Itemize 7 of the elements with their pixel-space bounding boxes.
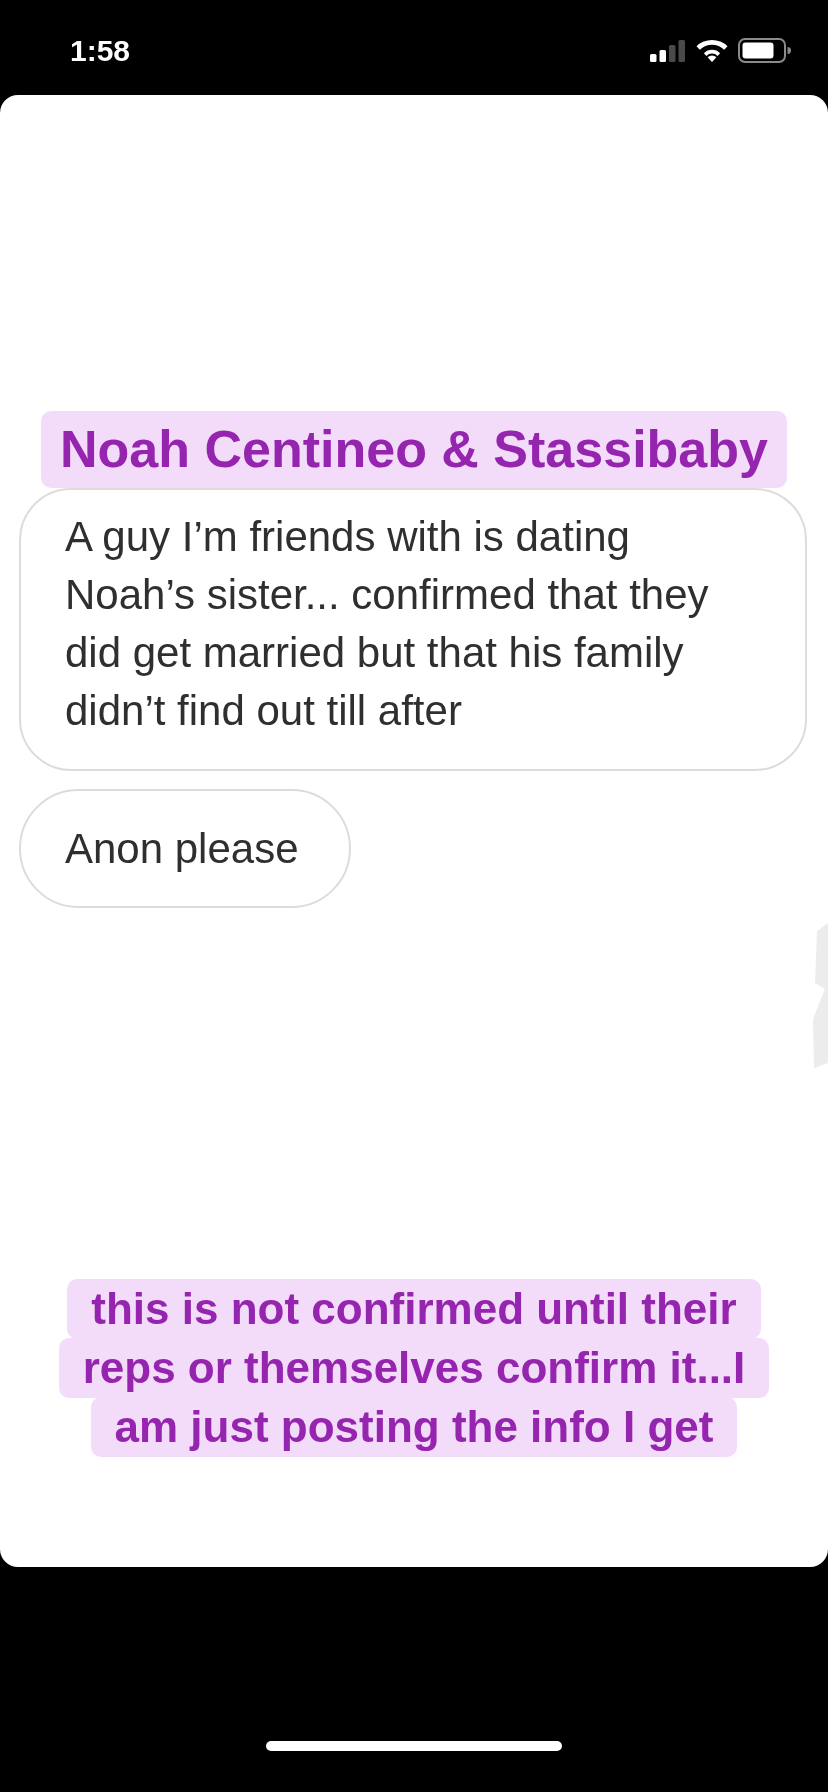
story-title: Noah Centineo & Stassibaby xyxy=(41,411,787,488)
message-text: Anon please xyxy=(65,823,299,874)
message-text: A guy I’m friends with is dating Noah’s sister... confirmed that they did get married but that his family didn’t find out till after xyxy=(65,512,710,736)
wifi-icon xyxy=(696,39,728,62)
signal-icon xyxy=(650,39,686,62)
battery-icon xyxy=(738,38,791,63)
status-time: 1:58 xyxy=(70,35,131,66)
